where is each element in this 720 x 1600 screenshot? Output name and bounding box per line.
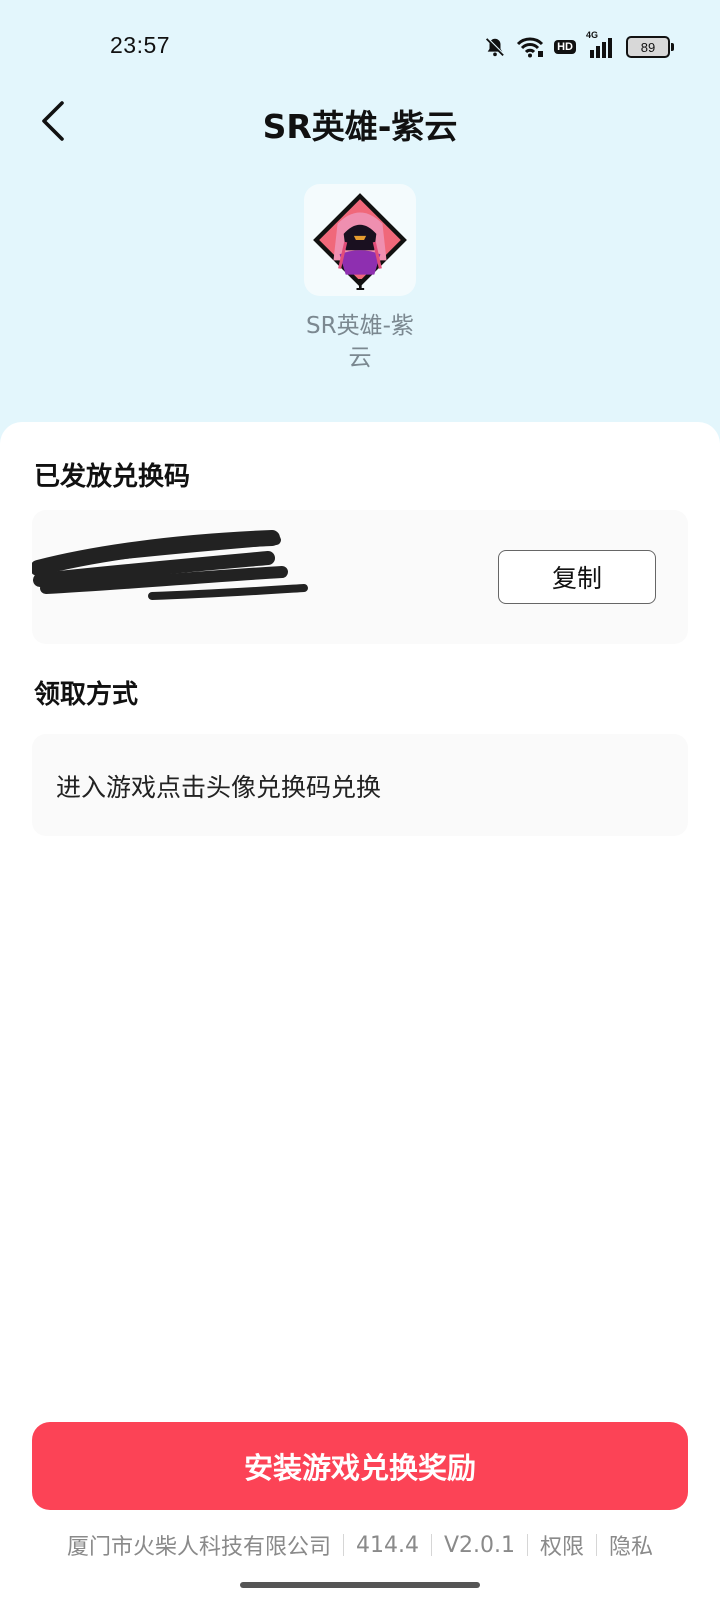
hd-icon: HD (554, 40, 576, 54)
privacy-link[interactable]: 隐私 (609, 1529, 653, 1561)
page-title: SR英雄-紫云 (262, 107, 458, 146)
redeem-card: 已发放兑换码 复制 领取方式 进入游戏点击头像兑换码兑换 (0, 422, 720, 868)
footer-divider (430, 1534, 432, 1556)
reward-quantity: 1 (354, 276, 366, 294)
home-indicator[interactable] (240, 1582, 480, 1588)
reward-name: SR英雄-紫云 (306, 313, 414, 371)
method-text: 进入游戏点击头像兑换码兑换 (56, 773, 382, 802)
status-icons: HD 4G 89 (484, 30, 674, 60)
status-time: 23:57 (110, 32, 171, 58)
battery-icon: 89 (626, 36, 674, 58)
status-bar: 23:57 HD 4G 89 (0, 0, 720, 96)
app-size: 414.4 (355, 1532, 419, 1558)
method-section-title: 领取方式 (34, 680, 139, 710)
reward-hero: 1 SR英雄-紫云 (0, 184, 720, 374)
company-name: 厦门市火柴人科技有限公司 (66, 1535, 331, 1560)
redeem-code-box: 复制 (32, 510, 688, 644)
install-game-button[interactable]: 安装游戏兑换奖励 (32, 1422, 688, 1510)
footer-divider (596, 1534, 598, 1556)
wifi-icon (516, 36, 544, 58)
redacted-code (32, 530, 308, 600)
navigation-bar: SR英雄-紫云 (0, 90, 720, 150)
copy-button[interactable]: 复制 (498, 550, 656, 604)
permissions-link[interactable]: 权限 (540, 1529, 584, 1561)
code-section-title: 已发放兑换码 (34, 462, 191, 492)
footer-divider (342, 1534, 344, 1556)
footer-divider (527, 1534, 528, 1556)
app-version: V2.0.1 (443, 1532, 515, 1558)
bell-muted-icon (484, 36, 506, 58)
method-box: 进入游戏点击头像兑换码兑换 (32, 734, 688, 836)
footer: 厦门市火柴人科技有限公司 414.4 V2.0.1 权限 隐私 (0, 1528, 720, 1562)
reward-image-tile: 1 (304, 184, 416, 296)
network-label: 4G (586, 30, 599, 40)
signal-4g-icon: 4G (586, 30, 616, 58)
